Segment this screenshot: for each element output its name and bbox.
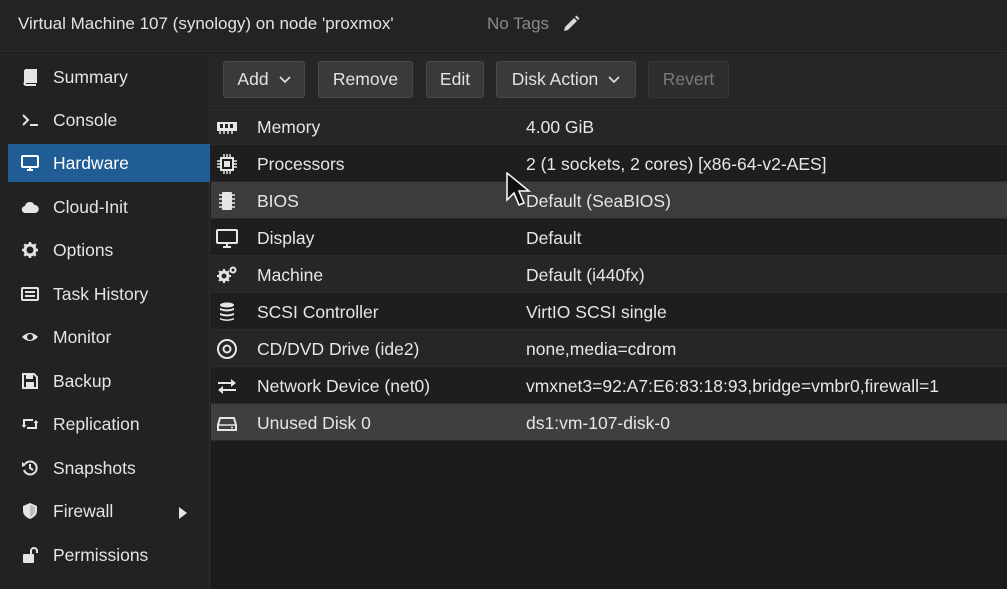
row-key: Memory xyxy=(257,117,321,137)
floppy-icon xyxy=(20,371,40,391)
sidebar-item-label: Backup xyxy=(53,370,112,391)
sidebar-item-firewall[interactable]: Firewall xyxy=(8,492,210,530)
sidebar-item-console[interactable]: Console xyxy=(8,101,210,139)
sidebar-item-label: Console xyxy=(53,109,118,130)
title-bar: Virtual Machine 107 (synology) on node '… xyxy=(0,0,1007,52)
sidebar-item-snapshots[interactable]: Snapshots xyxy=(8,449,210,487)
tags-label[interactable]: No Tags xyxy=(487,14,549,34)
gear-icon xyxy=(20,240,40,260)
retweet-icon xyxy=(20,414,40,434)
table-row[interactable]: Display Default xyxy=(211,219,1007,256)
sidebar: Summary Console Hardware Cloud-Init Opti… xyxy=(0,53,210,589)
row-key: Unused Disk 0 xyxy=(257,413,371,433)
hardware-panel: Add Remove Edit Disk Action Revert Memor… xyxy=(211,53,1007,589)
table-row[interactable]: Unused Disk 0 ds1:vm-107-disk-0 xyxy=(211,404,1007,441)
add-button-label: Add xyxy=(237,69,269,89)
hdd-icon xyxy=(216,412,238,434)
unlock-icon xyxy=(20,545,40,565)
sidebar-item-backup[interactable]: Backup xyxy=(8,362,210,400)
sidebar-item-label: Summary xyxy=(53,66,128,87)
sidebar-item-task-history[interactable]: Task History xyxy=(8,275,210,313)
revert-button[interactable]: Revert xyxy=(648,61,729,98)
remove-button-label: Remove xyxy=(332,69,399,89)
sidebar-item-label: Replication xyxy=(53,413,140,434)
database-icon xyxy=(216,301,238,323)
table-row[interactable]: Machine Default (i440fx) xyxy=(211,256,1007,293)
row-value: none,media=cdrom xyxy=(526,339,677,359)
cogs-icon xyxy=(216,264,238,286)
table-row[interactable]: SCSI Controller VirtIO SCSI single xyxy=(211,293,1007,330)
row-value: 4.00 GiB xyxy=(526,117,595,137)
history-icon xyxy=(20,458,40,478)
cpu-icon xyxy=(216,153,238,175)
row-value: 2 (1 sockets, 2 cores) [x86-64-v2-AES] xyxy=(526,154,827,174)
revert-button-label: Revert xyxy=(662,69,715,89)
disk-action-button[interactable]: Disk Action xyxy=(496,61,636,98)
eye-icon xyxy=(20,327,40,347)
shield-icon xyxy=(20,501,40,521)
pencil-icon[interactable] xyxy=(562,15,580,33)
sidebar-item-label: Firewall xyxy=(53,500,114,521)
row-key: CD/DVD Drive (ide2) xyxy=(257,339,420,359)
chevron-down-icon xyxy=(608,75,620,83)
book-icon xyxy=(20,67,40,87)
row-value: Default (i440fx) xyxy=(526,265,645,285)
table-row[interactable]: Network Device (net0) vmxnet3=92:A7:E6:8… xyxy=(211,367,1007,404)
desktop-icon xyxy=(216,227,238,249)
sidebar-item-label: Cloud-Init xyxy=(53,196,128,217)
row-key: BIOS xyxy=(257,191,299,211)
row-key: SCSI Controller xyxy=(257,302,379,322)
window-title: Virtual Machine 107 (synology) on node '… xyxy=(18,14,394,33)
sidebar-item-monitor[interactable]: Monitor xyxy=(8,318,210,356)
row-key: Display xyxy=(257,228,315,248)
memory-icon xyxy=(216,116,238,138)
exchange-icon xyxy=(216,375,238,397)
chevron-down-icon xyxy=(278,75,291,83)
remove-button[interactable]: Remove xyxy=(318,61,413,98)
sidebar-item-label: Hardware xyxy=(53,152,129,173)
sidebar-item-label: Options xyxy=(53,239,114,260)
toolbar: Add Remove Edit Disk Action Revert xyxy=(211,53,1007,107)
mouse-cursor-icon xyxy=(506,172,532,206)
sidebar-item-options[interactable]: Options xyxy=(8,231,210,269)
sidebar-item-hardware[interactable]: Hardware xyxy=(8,144,210,182)
table-row[interactable]: CD/DVD Drive (ide2) none,media=cdrom xyxy=(211,330,1007,367)
sidebar-item-label: Snapshots xyxy=(53,457,136,478)
list-icon xyxy=(20,284,40,304)
sidebar-item-permissions[interactable]: Permissions xyxy=(8,536,210,574)
sidebar-item-label: Monitor xyxy=(53,326,112,347)
monitor-icon xyxy=(20,153,40,173)
edit-button-label: Edit xyxy=(439,69,471,89)
row-value: Default (SeaBIOS) xyxy=(526,191,671,211)
row-key: Network Device (net0) xyxy=(257,376,431,396)
cloud-icon xyxy=(20,197,40,217)
row-key: Machine xyxy=(257,265,324,285)
table-row[interactable]: Memory 4.00 GiB xyxy=(211,108,1007,145)
add-button[interactable]: Add xyxy=(223,61,305,98)
table-row[interactable]: Processors 2 (1 sockets, 2 cores) [x86-6… xyxy=(211,145,1007,182)
disk-action-button-label: Disk Action xyxy=(511,69,599,89)
sidebar-item-replication[interactable]: Replication xyxy=(8,405,210,443)
sidebar-item-label: Permissions xyxy=(53,544,149,565)
row-value: vmxnet3=92:A7:E6:83:18:93,bridge=vmbr0,f… xyxy=(526,376,939,396)
row-value: VirtIO SCSI single xyxy=(526,302,667,322)
chevron-right-icon xyxy=(178,504,188,519)
sidebar-item-cloud-init[interactable]: Cloud-Init xyxy=(8,188,210,226)
row-value: ds1:vm-107-disk-0 xyxy=(526,413,670,433)
table-row[interactable]: BIOS Default (SeaBIOS) xyxy=(211,182,1007,219)
row-value: Default xyxy=(526,228,582,248)
cdrom-icon xyxy=(216,338,238,360)
sidebar-item-summary[interactable]: Summary xyxy=(8,58,210,96)
sidebar-item-label: Task History xyxy=(53,283,149,304)
terminal-icon xyxy=(20,110,40,130)
microchip-icon xyxy=(216,190,238,212)
edit-button[interactable]: Edit xyxy=(426,61,484,98)
row-key: Processors xyxy=(257,154,345,174)
